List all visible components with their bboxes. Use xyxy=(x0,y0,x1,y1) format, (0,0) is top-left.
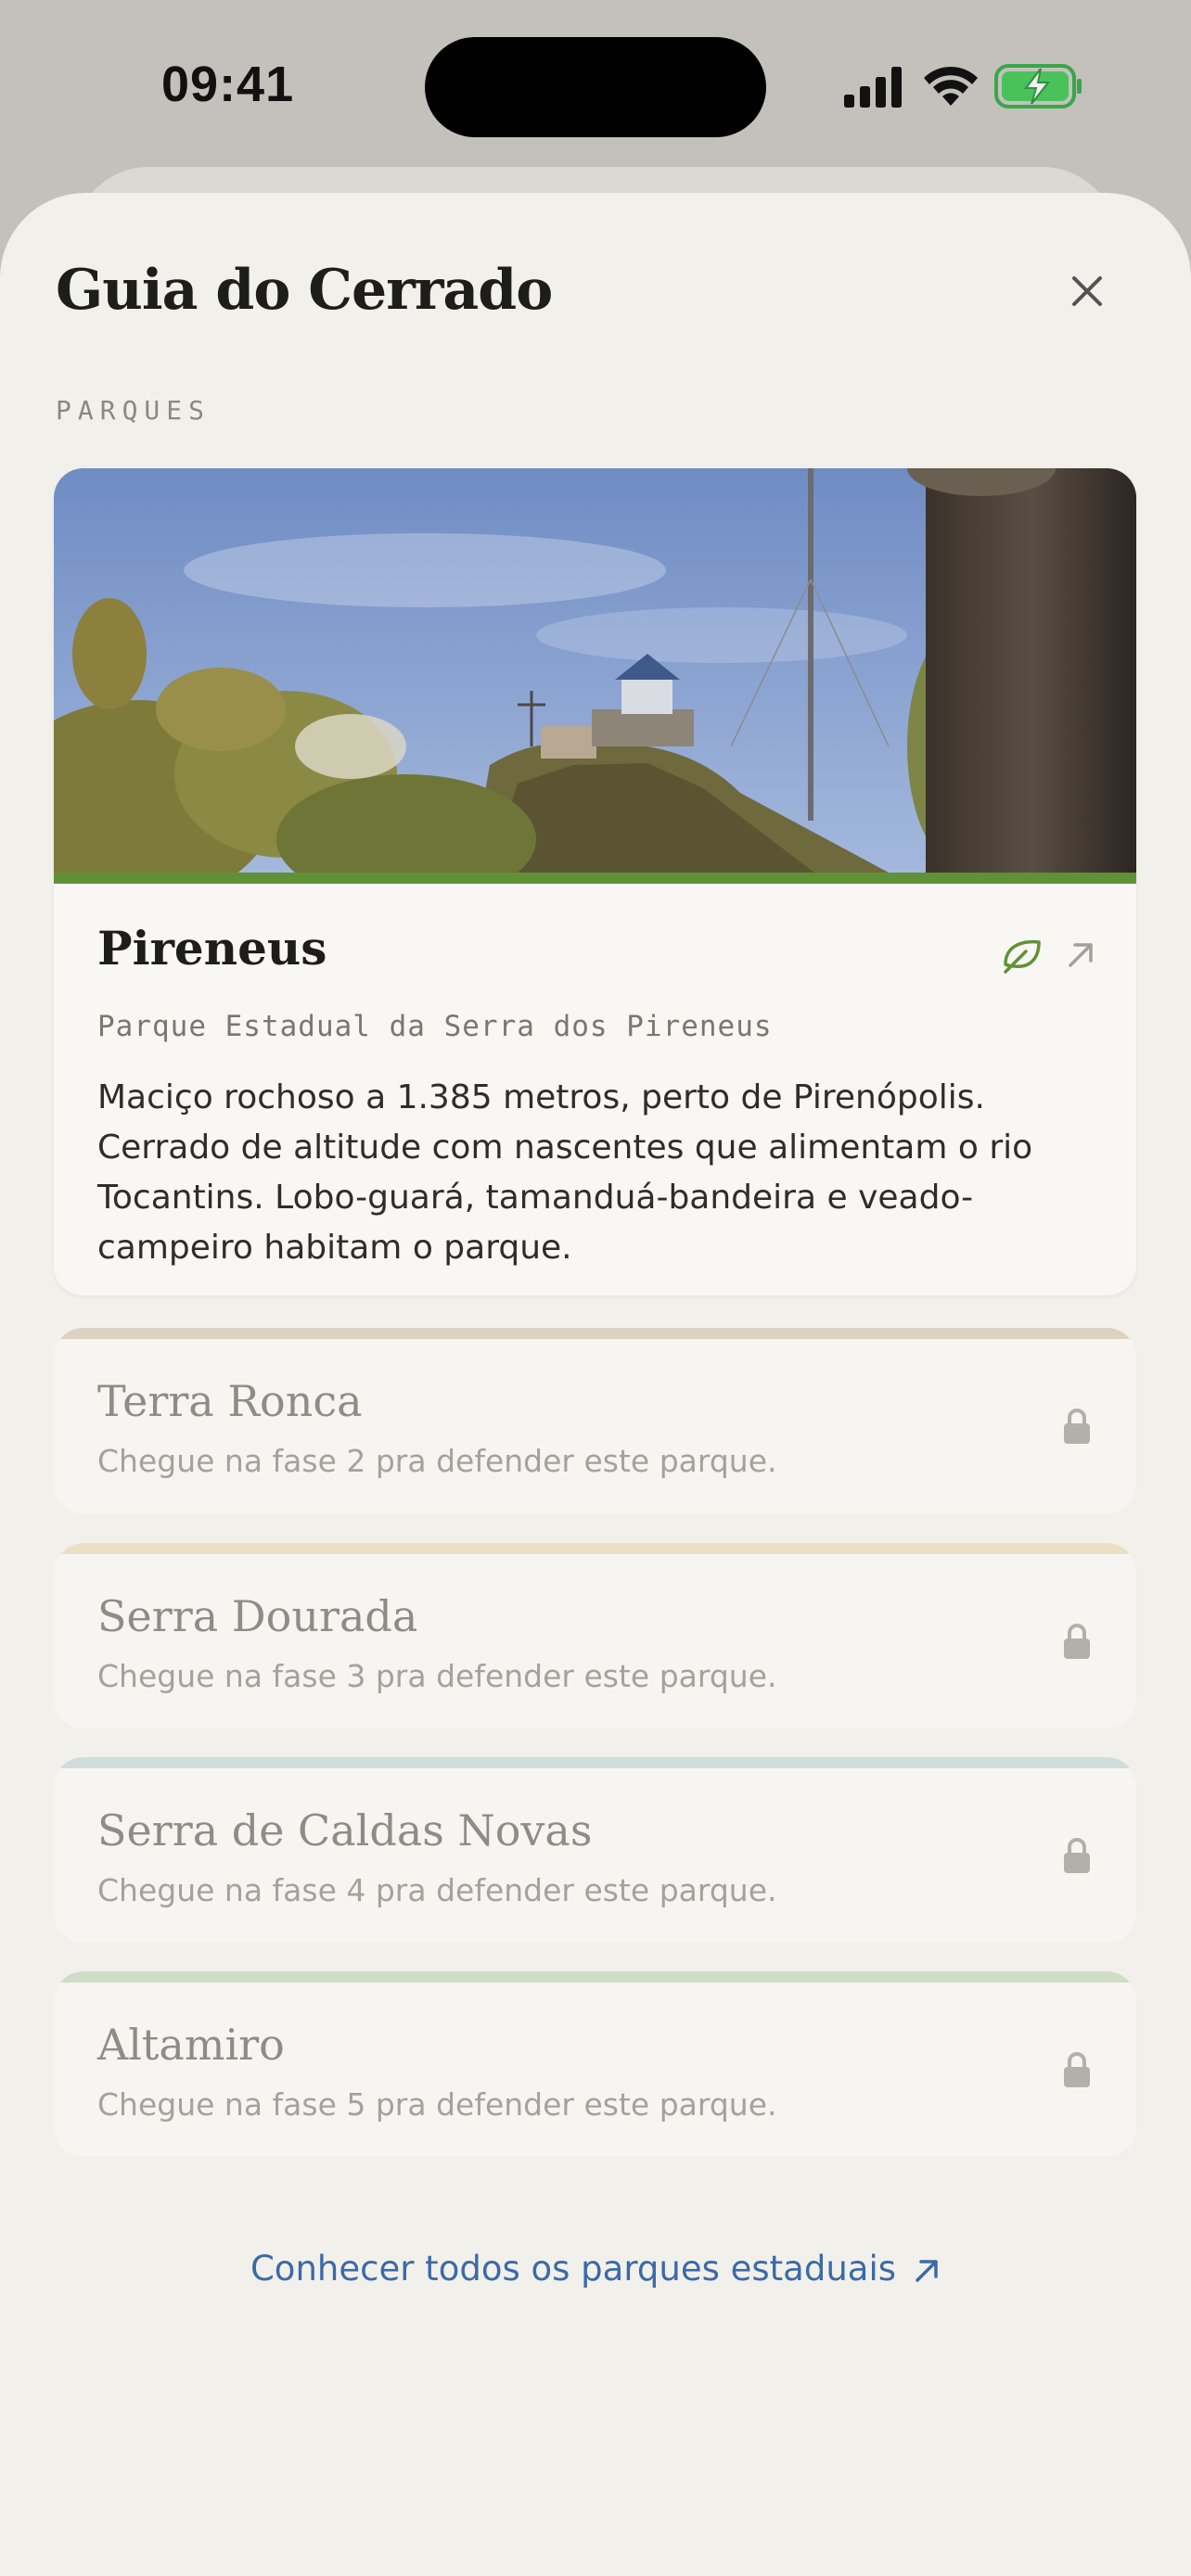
lock-icon xyxy=(1064,2052,1090,2087)
park-name: Pireneus xyxy=(97,921,327,976)
wifi-icon xyxy=(924,66,978,106)
arrow-up-right-icon[interactable] xyxy=(1065,939,1096,971)
park-accent-stripe xyxy=(54,1757,1136,1768)
locked-park-card: Altamiro Chegue na fase 5 pra defender e… xyxy=(54,1971,1136,2157)
park-lock-hint: Chegue na fase 2 pra defender este parqu… xyxy=(97,1443,777,1479)
park-hero-image xyxy=(54,468,1136,873)
battery-charging-icon xyxy=(994,64,1082,108)
status-time: 09:41 xyxy=(161,57,295,112)
all-state-parks-link[interactable]: Conhecer todos os parques estaduais xyxy=(0,2249,1191,2289)
guide-sheet: Guia do Cerrado PARQUES Pireneus Parque … xyxy=(0,193,1191,2576)
locked-park-card: Serra Dourada Chegue na fase 3 pra defen… xyxy=(54,1543,1136,1728)
close-icon[interactable] xyxy=(1061,265,1113,317)
park-name: Altamiro xyxy=(97,2020,285,2070)
status-bar: 09:41 xyxy=(0,0,1191,176)
park-description: Maciço rochoso a 1.385 metros, perto de … xyxy=(97,1078,1033,1267)
park-name: Terra Ronca xyxy=(97,1376,363,1426)
park-name: Serra de Caldas Novas xyxy=(97,1805,593,1855)
featured-park-card[interactable]: Pireneus Parque Estadual da Serra dos Pi… xyxy=(54,468,1136,1295)
lock-icon xyxy=(1064,1838,1090,1873)
arrow-up-right-icon xyxy=(916,2259,938,2282)
park-accent-stripe xyxy=(54,1971,1136,1983)
sheet-title: Guia do Cerrado xyxy=(56,258,553,323)
all-state-parks-link-label: Conhecer todos os parques estaduais xyxy=(250,2249,897,2289)
section-label-parks: PARQUES xyxy=(56,395,211,426)
locked-park-card: Terra Ronca Chegue na fase 2 pra defende… xyxy=(54,1328,1136,1513)
park-accent-stripe xyxy=(54,1328,1136,1339)
locked-park-card: Serra de Caldas Novas Chegue na fase 4 p… xyxy=(54,1757,1136,1943)
park-name: Serra Dourada xyxy=(97,1591,418,1641)
cellular-signal-icon xyxy=(844,67,902,108)
lock-icon xyxy=(1064,1409,1090,1444)
park-lock-hint: Chegue na fase 3 pra defender este parqu… xyxy=(97,1658,777,1694)
park-accent-stripe xyxy=(54,1543,1136,1554)
lock-icon xyxy=(1064,1624,1090,1659)
leaf-icon xyxy=(1004,939,1041,974)
park-lock-hint: Chegue na fase 4 pra defender este parqu… xyxy=(97,1872,777,1908)
park-subtitle: Parque Estadual da Serra dos Pireneus xyxy=(97,1010,773,1043)
park-accent-stripe xyxy=(54,873,1136,884)
dynamic-island xyxy=(425,37,766,137)
park-lock-hint: Chegue na fase 5 pra defender este parqu… xyxy=(97,2086,777,2123)
